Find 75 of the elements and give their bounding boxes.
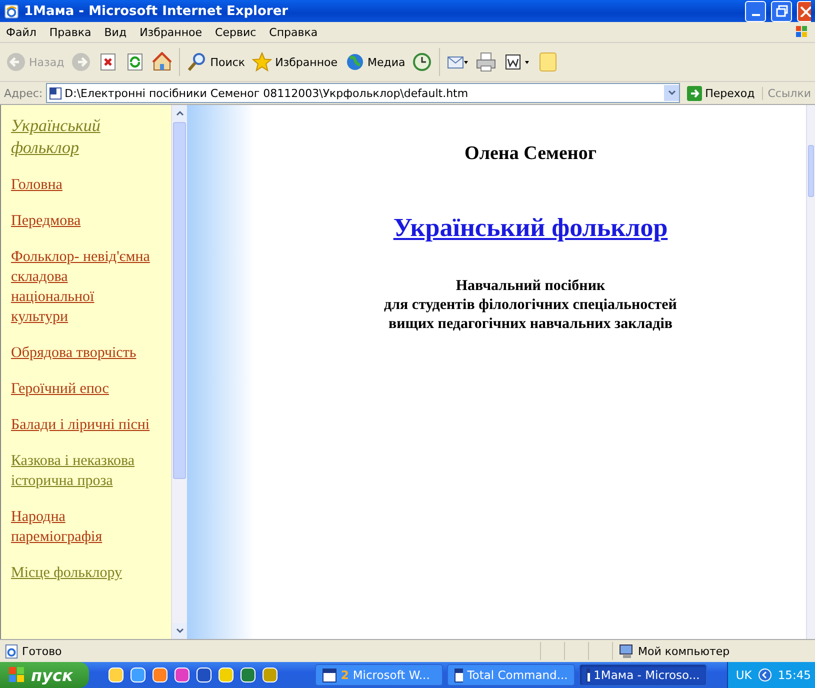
quick-launch-icon[interactable] — [216, 666, 235, 684]
clock: 15:45 — [778, 668, 811, 682]
window-icon — [454, 668, 464, 682]
stop-icon — [98, 52, 118, 72]
quick-launch-icon[interactable] — [128, 666, 147, 684]
quick-launch-icon[interactable] — [194, 666, 213, 684]
minimize-button[interactable] — [745, 0, 766, 22]
search-button[interactable]: Поиск — [187, 52, 246, 72]
refresh-button[interactable] — [125, 52, 146, 72]
windows-logo-icon — [8, 666, 26, 684]
sticky-note-icon — [538, 52, 558, 72]
language-indicator[interactable]: UK — [736, 668, 752, 682]
quick-launch-icon[interactable] — [260, 666, 279, 684]
start-button[interactable]: пуск — [0, 662, 89, 688]
go-button[interactable]: Переход — [683, 86, 759, 100]
subtitle-line: вищих педагогічних навчальних закладів — [388, 315, 672, 334]
close-icon — [798, 5, 810, 17]
print-button[interactable] — [476, 52, 496, 72]
favorites-button[interactable]: Избранное — [252, 52, 338, 72]
window-title: 1Мама - Microsoft Internet Explorer — [24, 4, 290, 18]
home-button[interactable] — [152, 52, 172, 72]
menu-item[interactable]: Вид — [104, 26, 127, 38]
quick-launch-icon[interactable] — [150, 666, 169, 684]
page-scrollbar[interactable] — [806, 105, 815, 639]
quick-launch-icon[interactable] — [106, 666, 125, 684]
restore-icon — [776, 5, 788, 17]
sidebar-link[interactable]: Обрядова творчість — [11, 343, 153, 363]
author-name: Олена Семеног — [464, 143, 596, 165]
menu-item[interactable]: Избранное — [140, 26, 202, 38]
status-text: Готово — [22, 644, 63, 658]
sidebar-link[interactable]: Народна пареміографія — [11, 507, 153, 547]
taskbar-button[interactable]: Total Command... — [446, 664, 575, 686]
windows-logo-icon — [795, 25, 809, 39]
window-icon — [586, 668, 590, 682]
quick-launch-icon[interactable] — [172, 666, 191, 684]
address-value: D:\Електронні посібники Семеног 08112003\Укрфольклор\default.htm — [64, 86, 468, 100]
right-arrow-icon — [687, 86, 702, 100]
address-label: Адрес: — [4, 86, 43, 100]
book-title-link[interactable]: Український фольклор — [393, 213, 668, 243]
sidebar-title-link[interactable]: Український фольклор — [11, 115, 153, 159]
page-icon — [4, 644, 19, 658]
stop-button[interactable] — [98, 52, 118, 72]
sidebar-link[interactable]: Передмова — [11, 211, 153, 231]
maximize-button[interactable] — [771, 0, 792, 22]
globe-icon — [344, 52, 365, 72]
house-icon — [152, 52, 172, 72]
close-button[interactable] — [797, 0, 811, 22]
sidebar-link[interactable]: Місце фольклору — [11, 563, 153, 583]
address-field[interactable]: D:\Електронні посібники Семеног 08112003\Укрфольклор\default.htm — [46, 83, 680, 103]
subtitle-line: Навчальний посібник — [456, 277, 606, 296]
menu-item[interactable]: Справка — [269, 26, 318, 38]
refresh-icon — [125, 52, 146, 72]
star-icon — [252, 52, 272, 72]
subtitle-line: для студентів філологічних спеціальностей — [384, 296, 677, 315]
sidebar-link[interactable]: Головна — [11, 175, 153, 195]
printer-icon — [476, 52, 496, 72]
quick-launch-icon[interactable] — [238, 666, 257, 684]
taskbar-button[interactable]: 1Мама - Microso... — [578, 664, 707, 686]
sidebar-link[interactable]: Балади і ліричні пісні — [11, 415, 153, 435]
menu-item[interactable]: Сервис — [215, 26, 256, 38]
window-icon — [4, 4, 19, 18]
sidebar-link[interactable]: Фольклор- невід'ємна складова національної культури — [11, 247, 153, 327]
menu-item[interactable]: Правка — [49, 26, 92, 38]
sidebar-scrollbar[interactable] — [171, 105, 187, 639]
magnifier-icon — [187, 52, 208, 72]
zone-text: Мой компьютер — [638, 644, 730, 658]
sidebar-link[interactable]: Казкова і неказкова історична проза — [11, 451, 153, 491]
computer-icon — [619, 644, 635, 658]
sidebar-link[interactable]: Героїчний епос — [11, 379, 153, 399]
taskbar-button[interactable]: 2 Microsoft W... — [314, 664, 443, 686]
menu-item[interactable]: Файл — [6, 26, 36, 38]
chevron-icon[interactable] — [758, 668, 772, 682]
window-icon — [322, 668, 337, 682]
minimize-icon — [752, 14, 760, 16]
media-button[interactable]: Медиа — [344, 52, 406, 72]
